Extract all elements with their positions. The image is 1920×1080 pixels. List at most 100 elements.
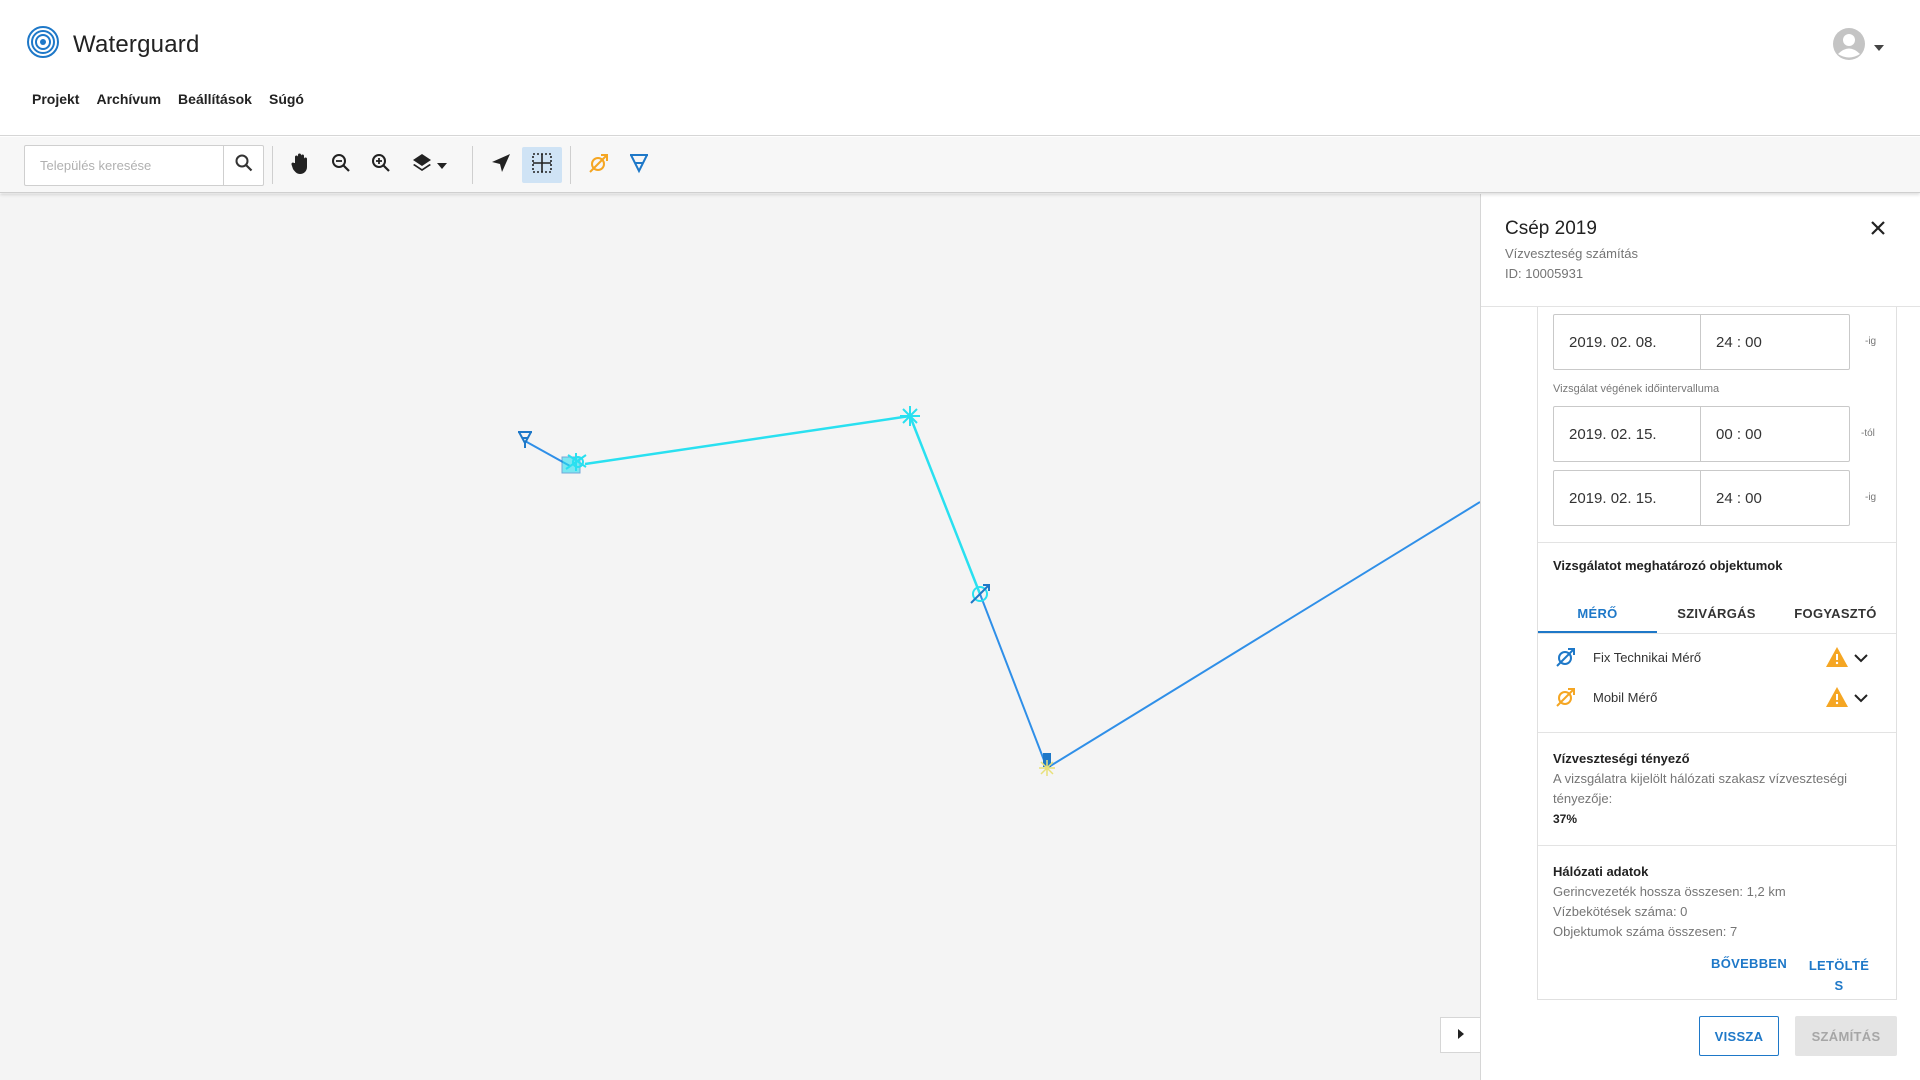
grid-select-icon (532, 152, 552, 178)
back-button[interactable]: VISSZA (1699, 1016, 1779, 1056)
tab-fogyaszto[interactable]: FOGYASZTÓ (1776, 595, 1895, 633)
divider (1538, 633, 1896, 634)
caret-down-icon (437, 156, 447, 174)
fix-meter-tool-button[interactable] (623, 147, 655, 183)
meter-label: Fix Technikai Mérő (1593, 649, 1702, 665)
tab-mero[interactable]: MÉRŐ (1538, 595, 1657, 633)
pan-hand-icon (289, 151, 313, 180)
object-tabs: MÉRŐ SZIVÁRGÁS FOGYASZTÓ (1538, 595, 1896, 633)
tab-szivargas[interactable]: SZIVÁRGÁS (1657, 595, 1776, 633)
layers-icon (411, 152, 433, 179)
divider (1538, 732, 1896, 733)
end-range-to: 2019. 02. 15. 24 : 00 (1553, 470, 1850, 526)
date-field[interactable]: 2019. 02. 15. (1553, 406, 1701, 462)
pan-tool-button[interactable] (285, 147, 317, 183)
nav-projekt[interactable]: Projekt (32, 91, 79, 107)
more-button[interactable]: BŐVEBBEN (1711, 956, 1787, 971)
settlement-search (24, 145, 264, 186)
chevron-down-icon[interactable] (1854, 690, 1868, 708)
mobile-meter-icon (1555, 686, 1577, 713)
date-field[interactable]: 2019. 02. 15. (1553, 470, 1701, 526)
objects-title: Vizsgálatot meghatározó objektumok (1553, 558, 1783, 573)
range-suffix: -ig (1865, 336, 1877, 347)
time-field[interactable]: 24 : 00 (1701, 470, 1850, 526)
divider (1538, 845, 1896, 846)
date-field[interactable]: 2019. 02. 08. (1553, 314, 1701, 370)
meter-item-mobil[interactable]: Mobil Mérő (1538, 677, 1896, 717)
pipe-segment (979, 501, 1480, 770)
pipe-segment (584, 414, 982, 595)
meter-item-fix[interactable]: Fix Technikai Mérő (1538, 637, 1896, 677)
locate-button[interactable] (485, 147, 517, 183)
caret-down-icon (1874, 38, 1884, 56)
loss-factor-title: Vízveszteségi tényező (1553, 751, 1690, 766)
caret-right-icon (1457, 1026, 1464, 1044)
user-menu[interactable] (1832, 27, 1884, 66)
app-name: Waterguard (73, 30, 200, 58)
search-icon (235, 154, 253, 177)
nav-beallitasok[interactable]: Beállítások (178, 91, 252, 107)
panel-id: ID: 10005931 (1505, 266, 1584, 281)
calculation-panel: Csép 2019 Vízveszteség számítás ID: 1000… (1480, 194, 1920, 1080)
network-line: Vízbekötések száma: 0 (1553, 904, 1688, 919)
chevron-down-icon[interactable] (1854, 650, 1868, 668)
account-circle-icon (1832, 27, 1866, 66)
zoom-in-button[interactable] (365, 147, 397, 183)
main-nav: Projekt Archívum Beállítások Súgó (32, 91, 304, 107)
filter-funnel-icon (628, 152, 650, 179)
zoom-in-icon (371, 153, 391, 178)
search-button[interactable] (223, 146, 263, 185)
calculate-button[interactable]: SZÁMÍTÁS (1795, 1016, 1897, 1056)
map-canvas[interactable] (0, 194, 1480, 1080)
fix-meter-marker-icon (970, 584, 990, 604)
mobile-meter-icon (588, 152, 610, 179)
junction-node-icon (900, 406, 920, 426)
loss-factor-text: A vizsgálatra kijelölt hálózati szakasz … (1553, 771, 1848, 786)
time-field[interactable]: 00 : 00 (1701, 406, 1850, 462)
download-button[interactable]: LETÖLTÉ S (1807, 956, 1871, 996)
range-suffix: -ig (1865, 492, 1877, 503)
layers-dropdown-button[interactable] (405, 147, 453, 183)
loss-factor-text: tényezője: (1553, 791, 1613, 806)
nav-archivum[interactable]: Archívum (96, 91, 161, 107)
warning-icon (1826, 647, 1848, 672)
zoom-out-button[interactable] (325, 147, 357, 183)
panel-subtitle: Vízveszteség számítás (1505, 246, 1638, 261)
time-field[interactable]: 24 : 00 (1701, 314, 1850, 370)
network-line: Gerincvezeték hossza összesen: 1,2 km (1553, 884, 1786, 899)
toolbar-divider (272, 146, 273, 184)
download-label: S (1834, 978, 1844, 993)
collapse-panel-button[interactable] (1440, 1017, 1480, 1053)
zoom-out-icon (331, 153, 351, 178)
network-line: Objektumok száma összesen: 7 (1553, 924, 1738, 939)
network-title: Hálózati adatok (1553, 864, 1649, 879)
app-header: Waterguard Projekt Archívum Beállítások … (0, 0, 1920, 136)
locate-arrow-icon (491, 153, 511, 178)
warning-icon (1826, 687, 1848, 712)
end-range-from: 2019. 02. 15. 00 : 00 (1553, 406, 1850, 462)
settlement-search-input[interactable] (25, 146, 224, 185)
mobile-meter-tool-button[interactable] (583, 147, 615, 183)
fix-meter-icon (1555, 646, 1577, 673)
download-label: LETÖLTÉ (1808, 958, 1870, 973)
end-range-label: Vizsgálat végének időintervalluma (1553, 383, 1720, 395)
grid-select-button[interactable] (522, 147, 562, 183)
funnel-marker-icon (518, 431, 532, 448)
start-range-to: 2019. 02. 08. 24 : 00 (1553, 314, 1850, 370)
map-toolbar (0, 137, 1920, 193)
close-icon (1866, 221, 1890, 244)
close-panel-button[interactable] (1866, 216, 1890, 240)
brand[interactable]: Waterguard (27, 26, 200, 63)
meter-label: Mobil Mérő (1593, 689, 1658, 705)
loss-factor-value: 37% (1553, 812, 1578, 826)
nav-sugo[interactable]: Súgó (269, 91, 304, 107)
toolbar-divider (472, 146, 473, 184)
panel-title: Csép 2019 (1505, 218, 1597, 239)
toolbar-divider (570, 146, 571, 184)
panel-header: Csép 2019 Vízveszteség számítás ID: 1000… (1481, 194, 1920, 307)
range-suffix: -tól (1861, 428, 1875, 439)
network-map (518, 406, 1480, 776)
divider (1538, 542, 1896, 543)
waterguard-logo-icon (27, 26, 59, 63)
calculation-card: 2019. 02. 08. 24 : 00 -ig Vizsgálat végé… (1537, 307, 1897, 1000)
